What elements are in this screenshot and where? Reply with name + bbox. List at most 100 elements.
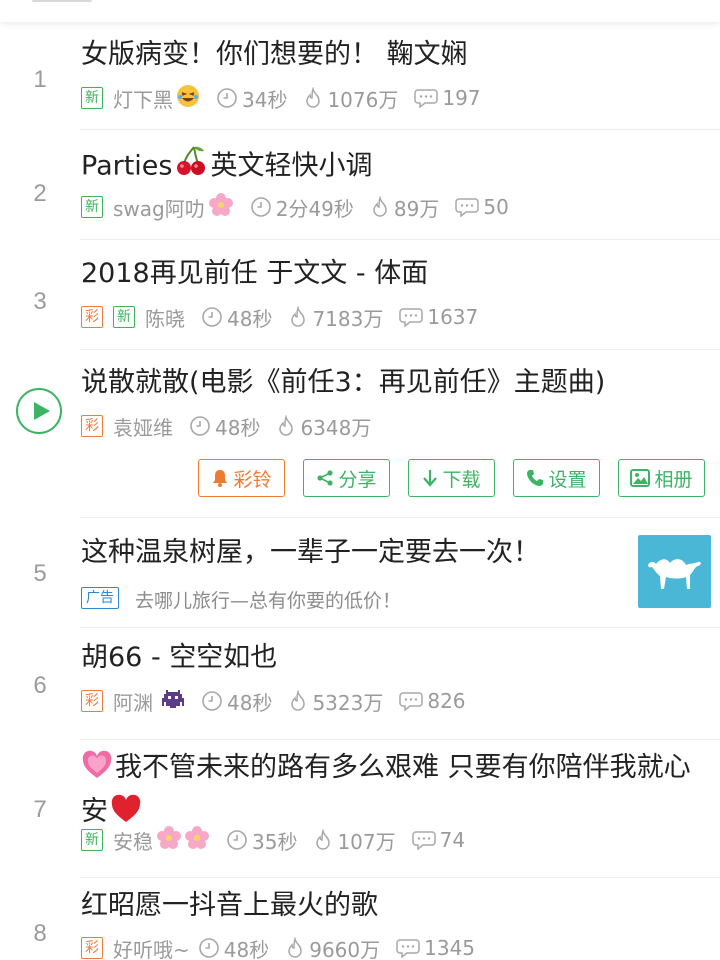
top-bar-label-fragment [32, 0, 92, 2]
comment-icon [399, 691, 424, 711]
share-button[interactable]: 分享 [303, 459, 390, 497]
song-row[interactable]: 2 Parties 英文轻快小调 新 swag阿叻 2分49秒 89万 50 [0, 130, 720, 240]
color-ringtone-tag: 彩 [81, 306, 103, 328]
song-title: 女版病变！你们想要的！ 鞠文娴 [81, 39, 468, 70]
plays: 7183万 [288, 303, 383, 332]
bell-icon [211, 468, 229, 488]
rank-number: 8 [33, 920, 47, 947]
ad-thumbnail[interactable] [638, 535, 711, 608]
album-label: 相册 [654, 468, 693, 491]
clock-icon [216, 87, 238, 109]
ringtone-button[interactable]: 彩铃 [198, 459, 285, 497]
download-label: 下载 [442, 468, 481, 491]
color-ringtone-tag: 彩 [81, 690, 103, 712]
blossom-emoji-icon [156, 825, 182, 856]
comments[interactable]: 826 [399, 689, 466, 713]
top-bar [0, 0, 720, 22]
plays: 9660万 [285, 934, 380, 960]
song-meta: 彩 好听哦~ 48秒 9660万 1345 [81, 934, 491, 960]
artist-name: 好听哦~ [113, 937, 190, 960]
download-button[interactable]: 下载 [408, 459, 495, 497]
comments[interactable]: 1345 [396, 936, 475, 960]
blossom-emoji-icon [184, 825, 210, 856]
duration-text: 35秒 [252, 829, 298, 854]
settings-button[interactable]: 设置 [513, 459, 600, 497]
duration-text: 48秒 [227, 690, 273, 715]
song-row[interactable]: 6 胡66 - 空空如也 彩 阿渊 48秒 5323万 826 [0, 628, 720, 740]
phone-icon [526, 469, 544, 487]
comments-count: 1345 [424, 936, 476, 960]
artist: swag阿叻 [113, 192, 234, 223]
new-tag: 新 [81, 196, 103, 218]
artist-name: 阿渊 [113, 690, 153, 715]
ad-title: 这种温泉树屋，一辈子一定要去一次！ [81, 537, 540, 568]
song-meta: 新 安稳 35秒 107万 74 [81, 825, 481, 856]
artist: 袁娅维 [113, 412, 173, 441]
song-title: 说散就散(电影《前任3：再见前任》主题曲) [81, 367, 606, 398]
plays: 5323万 [288, 687, 383, 716]
download-icon [422, 468, 438, 488]
artist: 安稳 [113, 825, 210, 856]
clock-icon [201, 690, 223, 712]
flame-icon [370, 196, 390, 218]
duration: 48秒 [201, 687, 272, 716]
plays: 6348万 [276, 412, 371, 441]
flame-icon [313, 829, 333, 851]
song-row[interactable]: 1 女版病变！你们想要的！ 鞠文娴 新 灯下黑 34秒 1076万 197 [0, 22, 720, 130]
duration-text: 48秒 [223, 937, 270, 960]
duration: 48秒 [198, 934, 269, 960]
cherries-emoji-icon [174, 144, 208, 190]
artist: 好听哦~ [113, 934, 190, 960]
comments-count: 50 [483, 195, 509, 219]
duration: 35秒 [226, 826, 297, 855]
comments-count: 826 [427, 689, 466, 713]
share-label: 分享 [338, 468, 377, 491]
comments-count: 1637 [427, 305, 479, 329]
new-tag: 新 [81, 829, 103, 851]
clock-icon [201, 306, 223, 328]
comments-count: 74 [439, 828, 466, 852]
song-row[interactable]: 3 2018再见前任 于文文 - 体面 彩 新 陈晓 48秒 7183万 163… [0, 240, 720, 350]
color-ringtone-tag: 彩 [81, 415, 103, 437]
new-tag: 新 [81, 87, 103, 109]
plays-text: 5323万 [312, 690, 384, 715]
song-meta: 新 swag阿叻 2分49秒 89万 50 [81, 192, 525, 223]
plays-text: 1076万 [327, 87, 399, 112]
alien-monster-emoji-icon [161, 688, 185, 715]
artist-name: 袁娅维 [113, 415, 173, 440]
duration-text: 34秒 [242, 87, 288, 112]
flame-icon [285, 937, 305, 959]
comments-count: 197 [442, 86, 481, 110]
song-title-suffix: 英文轻快小调 [210, 150, 373, 182]
comments[interactable]: 1637 [399, 305, 478, 329]
artist: 灯下黑 [113, 84, 200, 113]
album-button[interactable]: 相册 [618, 459, 705, 497]
comments[interactable]: 197 [414, 86, 481, 110]
duration-text: 48秒 [227, 306, 273, 331]
song-title-main: Parties [81, 150, 173, 182]
clock-icon [250, 196, 272, 218]
ad-tag: 广告 [81, 587, 119, 609]
comments[interactable]: 50 [455, 195, 509, 219]
artist-name: 安稳 [113, 829, 153, 854]
plays-text: 7183万 [312, 306, 384, 331]
rank-number: 3 [33, 288, 47, 315]
camel-logo-icon [648, 559, 701, 589]
flame-icon [288, 690, 308, 712]
play-button[interactable] [16, 388, 62, 434]
song-row[interactable]: 7 我不管未来的路有多么艰难 只要有你陪伴我就心安 新 安稳 35秒 107万 … [0, 740, 720, 878]
ad-meta: 广告 [81, 584, 129, 612]
plays: 107万 [313, 826, 396, 855]
plays: 89万 [370, 193, 439, 222]
plays-text: 107万 [337, 829, 396, 854]
duration-text: 2分49秒 [275, 196, 354, 221]
song-row[interactable]: 8 红昭愿一抖音上最火的歌 彩 好听哦~ 48秒 9660万 1345 [0, 878, 720, 960]
duration-text: 48秒 [215, 415, 261, 440]
rank-number: 5 [33, 560, 47, 587]
clock-icon [189, 415, 211, 437]
song-title-text: 我不管未来的路有多么艰难 只要有你陪伴我就心安 [81, 752, 691, 827]
play-icon [34, 402, 50, 420]
artist-name: swag阿叻 [113, 196, 205, 221]
comments[interactable]: 74 [411, 828, 466, 852]
plays: 1076万 [303, 84, 398, 113]
